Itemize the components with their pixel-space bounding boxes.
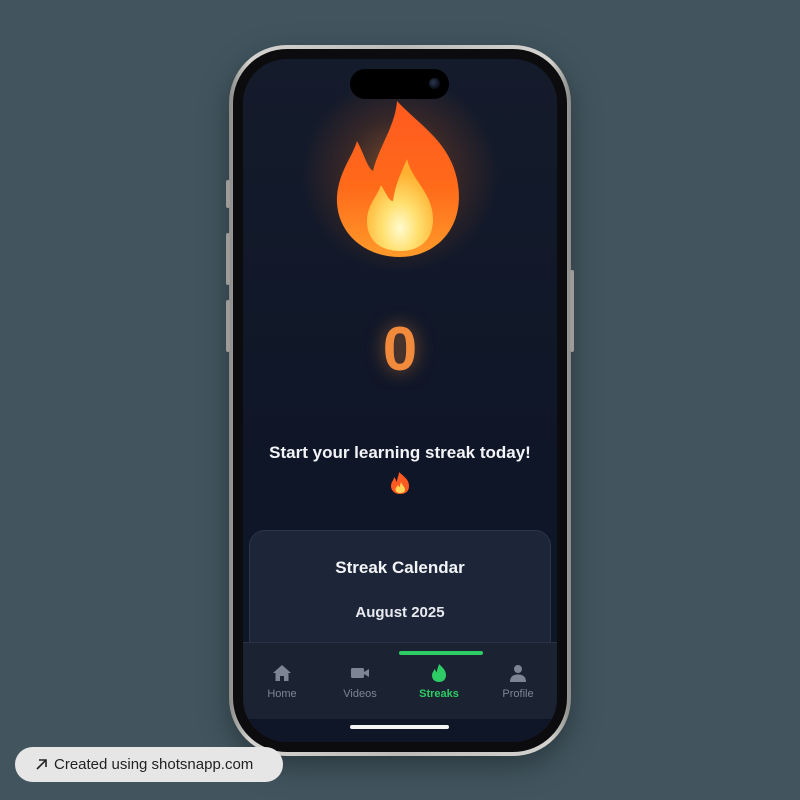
nav-item-streaks[interactable]: Streaks (400, 643, 478, 720)
calendar-title: Streak Calendar (335, 558, 465, 577)
person-icon (510, 665, 526, 682)
phone-frame: 0 Start your learning streak today! Stre… (226, 45, 574, 756)
mute-switch (226, 180, 230, 208)
streak-message: Start your learning streak today! (269, 443, 531, 462)
nav-item-videos[interactable]: Videos (321, 643, 399, 720)
home-indicator[interactable] (350, 725, 449, 729)
nav-label-home: Home (267, 688, 297, 700)
volume-down-button (226, 300, 230, 352)
nav-label-videos: Videos (343, 688, 377, 700)
home-indicator-area (243, 719, 557, 742)
fire-emoji-icon (336, 101, 459, 257)
dynamic-island (350, 69, 449, 99)
watermark-text: Created using shotsnapp.com (54, 756, 254, 773)
watermark-badge[interactable]: Created using shotsnapp.com (15, 747, 283, 782)
video-camera-icon (351, 668, 369, 678)
calendar-month: August 2025 (355, 604, 445, 621)
arrow-up-left-icon (36, 759, 47, 770)
flame-icon (432, 664, 446, 682)
app-screen: 0 Start your learning streak today! Stre… (243, 59, 557, 742)
home-icon (273, 665, 291, 681)
power-button (570, 270, 574, 352)
volume-up-button (226, 233, 230, 285)
nav-item-home[interactable]: Home (243, 643, 321, 720)
bottom-navigation: Home Videos Streaks Profile (243, 642, 557, 720)
nav-label-profile: Profile (502, 688, 534, 700)
front-camera (429, 78, 440, 89)
nav-label-streaks: Streaks (419, 688, 459, 700)
fire-emoji-small-icon (391, 472, 409, 494)
streak-count: 0 (382, 315, 418, 384)
nav-item-profile[interactable]: Profile (479, 643, 557, 720)
